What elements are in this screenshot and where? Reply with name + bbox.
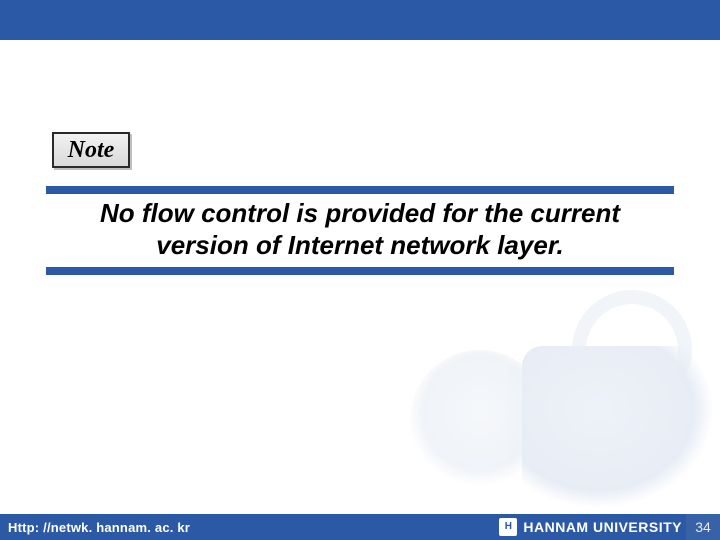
university-name: HANNAM UNIVERSITY (523, 519, 682, 535)
university-logo-icon: H (499, 518, 517, 536)
footer-branding: H HANNAM UNIVERSITY (499, 518, 686, 536)
decorative-background (340, 270, 720, 510)
footer-bar: Http: //netwk. hannam. ac. kr H HANNAM U… (0, 514, 720, 540)
page-number: 34 (686, 514, 720, 540)
person-graphic (410, 350, 550, 490)
footer-url: Http: //netwk. hannam. ac. kr (0, 520, 190, 535)
note-label: Note (68, 137, 115, 164)
header-bar (0, 0, 720, 40)
callout-text: No flow control is provided for the curr… (52, 198, 668, 261)
computer-graphic (522, 346, 712, 506)
callout-block: No flow control is provided for the curr… (46, 186, 674, 275)
note-box: Note (52, 132, 130, 168)
slide: Note No flow control is provided for the… (0, 0, 720, 540)
globe-icon (572, 290, 692, 410)
